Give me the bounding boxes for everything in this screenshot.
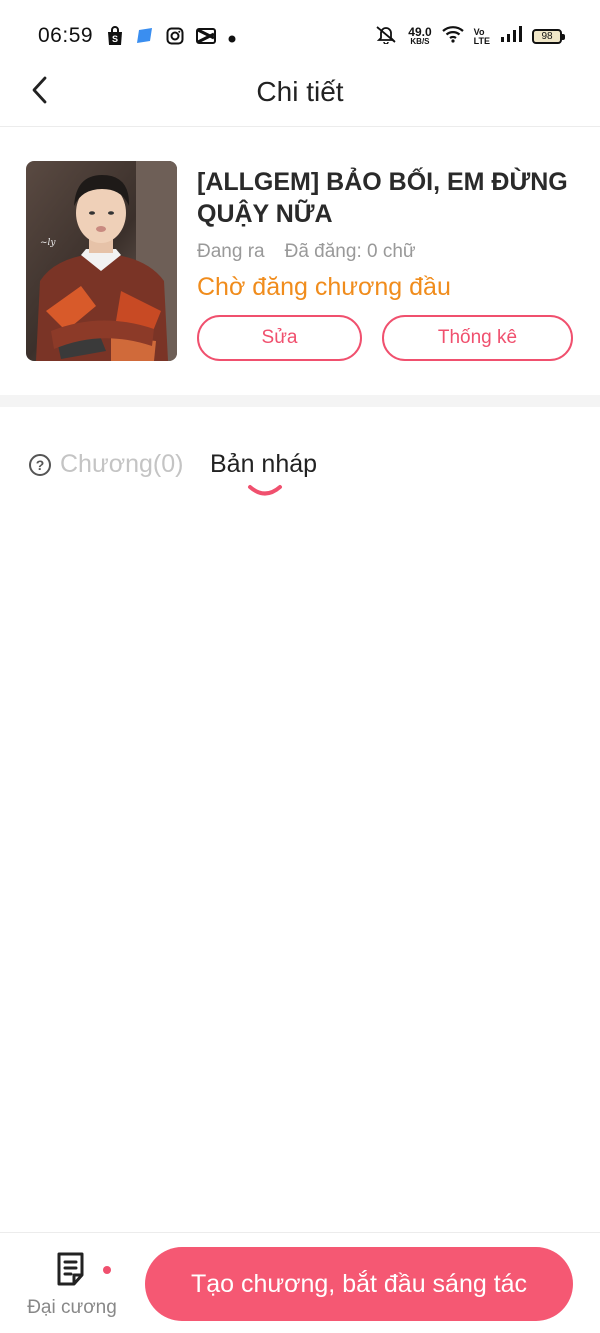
book-title: [ALLGEM] BẢO BỐI, EM ĐỪNG QUẬY NỮA — [197, 168, 568, 228]
page-title: Chi tiết — [256, 76, 344, 107]
status-bar: 06:59 S 49.0 KB/S Vo LTE 98 — [0, 0, 600, 72]
instagram-icon — [166, 27, 184, 50]
battery-icon: 98 — [532, 29, 565, 44]
messenger-icon — [136, 27, 154, 50]
tab-chapters[interactable]: Chương(0) — [60, 450, 183, 479]
notification-icons: S — [106, 26, 236, 51]
section-divider — [0, 395, 600, 407]
dot-icon — [228, 30, 236, 48]
document-outline-icon — [56, 1251, 88, 1287]
edit-button[interactable]: Sửa — [197, 315, 362, 361]
shopee-bag-icon: S — [106, 26, 124, 51]
tab-bar: ? Chương(0) Bản nháp — [0, 440, 600, 510]
top-app-bar: Chi tiết — [0, 72, 600, 127]
book-info-card: ~ly [ALLGEM] BẢO BỐI, EM ĐỪNG QUẬY NỮA Đ… — [0, 128, 600, 394]
book-meta: Đang ra Đã đăng: 0 chữ — [197, 241, 416, 263]
net-speed: 49.0 KB/S — [408, 24, 432, 46]
tab-active-indicator — [247, 484, 283, 503]
book-cover[interactable]: ~ly — [26, 161, 177, 361]
word-count: Đã đăng: 0 chữ — [284, 241, 416, 262]
tab-drafts[interactable]: Bản nháp — [210, 450, 317, 479]
outline-label: Đại cương — [27, 1297, 117, 1318]
wifi-icon — [441, 25, 464, 48]
create-chapter-button[interactable]: Tạo chương, bắt đầu sáng tác — [145, 1247, 573, 1321]
notification-dot — [103, 1266, 111, 1274]
bottom-action-bar: Đại cương Tạo chương, bắt đầu sáng tác — [0, 1232, 600, 1333]
publish-status: Chờ đăng chương đầu — [197, 273, 451, 301]
serial-status: Đang ra — [197, 241, 265, 262]
svg-text:~ly: ~ly — [40, 238, 56, 248]
signal-icon — [500, 26, 522, 47]
capcut-icon — [196, 28, 216, 49]
volte-icon: Vo LTE — [473, 26, 490, 46]
mute-bell-icon — [374, 24, 398, 49]
outline-button[interactable]: Đại cương — [20, 1249, 124, 1327]
svg-text:S: S — [112, 34, 118, 44]
status-time: 06:59 — [38, 24, 94, 47]
stats-button[interactable]: Thống kê — [382, 315, 573, 361]
system-status-icons: 49.0 KB/S Vo LTE 98 — [374, 24, 565, 49]
help-icon[interactable]: ? — [29, 454, 51, 476]
